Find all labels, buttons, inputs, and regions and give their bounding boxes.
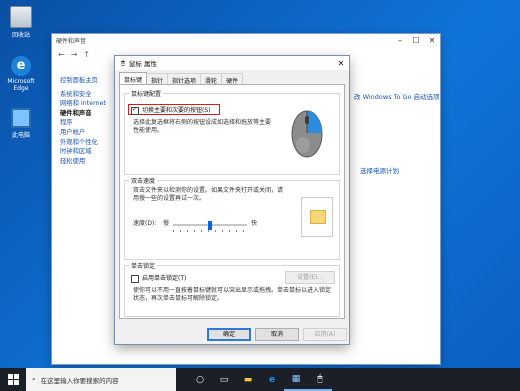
nav-item[interactable]: 轻松使用 (60, 157, 118, 167)
nav-item-active[interactable]: 硬件和声音 (60, 109, 118, 119)
nav-item[interactable]: 程序 (60, 118, 118, 128)
desktop-icon-label: 此电脑 (11, 132, 30, 139)
maximize-icon[interactable]: ☐ (408, 36, 424, 45)
search-placeholder: 在这里输入你要搜索的内容 (40, 376, 119, 385)
button-config-label: 鼠标键配置 (129, 89, 164, 98)
control-panel-titlebar: 硬件和声音 – ☐ ✕ (52, 34, 440, 46)
mouse-properties-dialog: 🖱 鼠标 属性 ✕ 鼠标键 指针 指针选项 滑轮 硬件 鼠标键配置 切换主要和次… (115, 56, 349, 344)
swap-buttons-label: 切换主要和次要的按钮(S) (142, 107, 211, 114)
dialog-title: 鼠标 属性 (128, 60, 157, 68)
speed-fast-label: 快 (251, 220, 258, 227)
speed-slider[interactable] (173, 221, 247, 233)
cortana-icon[interactable]: ○ (188, 368, 212, 391)
mouse-taskbar-icon[interactable]: 🖱 (308, 368, 332, 391)
speed-label: 速度(D): (133, 220, 157, 227)
desktop-icon-label: 回收站 (11, 32, 30, 39)
this-pc-icon (11, 108, 31, 128)
dialog-titlebar: 🖱 鼠标 属性 ✕ (115, 56, 349, 70)
mouse-illustration-icon (290, 107, 324, 159)
control-panel-taskbar-icon[interactable]: ▦ (284, 368, 308, 391)
nav-item[interactable]: 用户帐户 (60, 128, 118, 138)
click-lock-checkbox[interactable]: 启用单击锁定(T) (131, 273, 186, 283)
folder-icon[interactable] (310, 210, 326, 224)
task-view-icon[interactable]: ▭ (212, 368, 236, 391)
minimize-icon[interactable]: – (392, 36, 408, 45)
edge-icon: e (11, 56, 31, 76)
close-icon[interactable]: ✕ (424, 36, 440, 45)
ok-button[interactable]: 确定 (207, 328, 251, 341)
cancel-button[interactable]: 取消 (255, 328, 299, 341)
control-panel-title: 硬件和声音 (56, 37, 87, 45)
desktop-icon-recycle-bin[interactable]: 回收站 (4, 6, 38, 39)
tab-panel: 鼠标键配置 切换主要和次要的按钮(S) 选择此复选框将右侧的按钮设成如选择和拖放… (119, 84, 345, 319)
swap-buttons-checkbox[interactable]: 切换主要和次要的按钮(S) (131, 105, 211, 115)
click-lock-description: 使你可以不用一直按着鼠标键就可以突出显示或拖拽。单击鼠标以进入锁定状态，再次单击… (133, 287, 332, 302)
taskbar: ⌕ 在这里输入你要搜索的内容 ○ ▭ ▬ e ▦ 🖱 (0, 368, 520, 391)
edge-taskbar-icon[interactable]: e (260, 368, 284, 391)
mouse-icon: 🖱 (121, 58, 125, 67)
nav-item[interactable]: 系统和安全 (60, 90, 118, 100)
up-arrow-icon[interactable]: ↑ (83, 50, 90, 59)
desktop-icon-this-pc[interactable]: 此电脑 (4, 108, 38, 139)
button-config-description: 选择此复选框将右侧的按钮设成如选择和拖放等主要性能使用。 (133, 119, 272, 134)
desktop-icon-edge[interactable]: e Microsoft Edge (4, 56, 38, 92)
double-click-label: 双击速度 (129, 176, 158, 185)
windows-logo-icon (7, 374, 19, 385)
file-explorer-icon[interactable]: ▬ (236, 368, 260, 391)
checkbox-unchecked-icon (131, 274, 139, 283)
nav-item[interactable]: 外观和个性化 (60, 138, 118, 148)
start-button[interactable] (0, 368, 26, 391)
recycle-bin-icon (10, 6, 32, 28)
click-lock-settings-button[interactable]: 设置(E)... (285, 271, 335, 284)
power-plan-link[interactable]: 选择电源计划 (360, 165, 399, 175)
nav-item[interactable]: 网络和 Internet (60, 99, 118, 109)
double-click-description: 双击文件夹以检测你的设置。如果文件夹打开或关闭，请用慢一些的设置再试一次。 (133, 187, 284, 202)
windows-to-go-link[interactable]: 改 Windows To Go 启动选项 (354, 91, 440, 101)
nav-item[interactable]: 时钟和区域 (60, 147, 118, 157)
checkbox-checked-icon (131, 106, 139, 115)
apply-button[interactable]: 应用(A) (303, 328, 347, 341)
test-folder-area[interactable] (301, 197, 333, 237)
click-lock-checkbox-label: 启用单击锁定(T) (142, 275, 187, 282)
search-icon: ⌕ (32, 375, 36, 383)
click-lock-label: 单击锁定 (129, 261, 158, 270)
forward-arrow-icon[interactable]: → (71, 50, 78, 59)
nav-home-link[interactable]: 控制面板主页 (60, 76, 118, 86)
back-arrow-icon[interactable]: ← (58, 50, 65, 59)
slider-thumb[interactable] (208, 221, 212, 230)
taskbar-search-box[interactable]: ⌕ 在这里输入你要搜索的内容 (26, 368, 176, 391)
desktop-icon-label: Microsoft Edge (7, 78, 35, 92)
control-panel-left-nav: 控制面板主页 系统和安全 网络和 Internet 硬件和声音 程序 用户帐户 … (60, 76, 118, 166)
close-icon[interactable]: ✕ (333, 59, 349, 68)
speed-slow-label: 慢 (163, 220, 170, 227)
